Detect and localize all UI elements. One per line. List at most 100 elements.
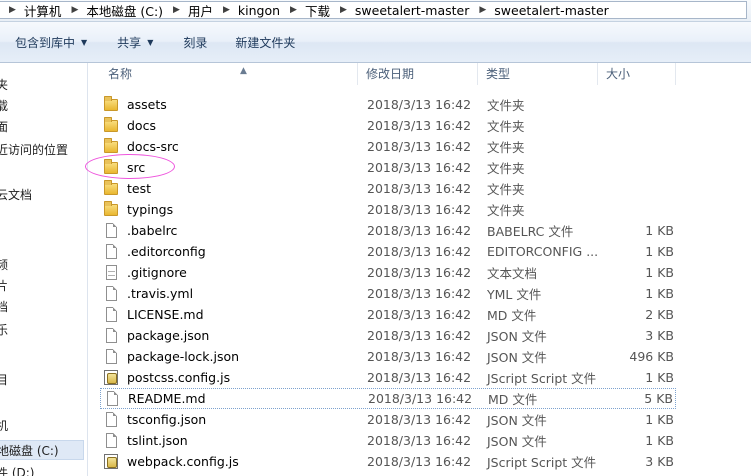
column-size-label: 大小 [606,67,631,81]
file-type: JSON 文件 [487,434,547,449]
file-icon [104,411,120,428]
file-date: 2018/3/13 16:42 [367,433,472,448]
chevron-down-icon: ▼ [147,37,154,47]
new-folder-button[interactable]: 新建文件夹 [223,29,307,55]
nav-item[interactable]: 档 [0,297,8,317]
breadcrumb[interactable]: ▶ 计算机 ▶ 本地磁盘 (C:) ▶ 用户 ▶ kingon ▶ 下载 ▶ sweetalert-m… [0,1,747,19]
file-type: YML 文件 [487,287,542,302]
file-row[interactable]: README.md 2018/3/13 16:42 MD 文件 5 KB [100,388,676,409]
file-size: 496 KB [629,349,674,364]
nav-item[interactable]: 近访问的位置 [0,140,68,160]
nav-item[interactable]: 地磁盘 (C:) [0,440,84,460]
file-icon [104,432,120,449]
file-type: 文本文档 [487,266,538,281]
file-name: .babelrc [127,223,178,238]
nav-item[interactable]: 云文档 [0,185,32,205]
file-row[interactable]: .editorconfig 2018/3/13 16:42 EDITORCONFIG… [100,241,676,262]
nav-item[interactable]: 面 [0,117,8,137]
nav-item[interactable]: 件 (D:) [0,463,34,476]
nav-item[interactable]: 乐 [0,320,8,340]
include-in-library-label: 包含到库中 [15,35,76,50]
file-icon [104,222,120,239]
breadcrumb-item[interactable]: ▶ 用户 [163,2,213,19]
file-row[interactable]: .babelrc 2018/3/13 16:42 BABELRC 文件 1 KB [100,220,676,241]
file-row[interactable]: test 2018/3/13 16:42 文件夹 [100,178,676,199]
chevron-right-icon[interactable]: ▶ [479,5,486,15]
file-row[interactable]: postcss.config.js 2018/3/13 16:42 JScript … [100,367,676,388]
file-name: LICENSE.md [127,307,204,322]
column-name-label: 名称 [108,67,133,81]
file-icon [104,285,120,302]
folder-icon [104,116,120,134]
file-row[interactable]: package-lock.json 2018/3/13 16:42 JSON 文件 4… [100,346,676,367]
folder-icon-shape [104,116,118,132]
file-type: JSON 文件 [487,350,547,365]
chevron-right-icon[interactable]: ▶ [173,5,180,15]
file-row[interactable]: typings 2018/3/13 16:42 文件夹 [100,199,676,220]
file-type: EDITORCONFIG ... [487,244,599,259]
file-name: typings [127,202,174,217]
file-row[interactable]: .travis.yml 2018/3/13 16:42 YML 文件 1 KB [100,283,676,304]
breadcrumb-item[interactable]: ▶ 本地磁盘 (C:) [61,2,163,19]
file-name: docs [127,118,156,133]
file-name: webpack.config.js [127,454,239,469]
folder-icon-shape [104,95,118,111]
breadcrumb-item[interactable]: ▶ 下载 [280,2,330,19]
chevron-right-icon[interactable]: ▶ [290,5,297,15]
chevron-right-icon[interactable]: ▶ [71,5,78,15]
chevron-down-icon: ▼ [81,37,88,47]
folder-icon [104,158,120,176]
file-name: tsconfig.json [127,412,207,427]
breadcrumb-item[interactable]: ▶ sweetalert-master [330,3,469,18]
file-row[interactable]: .gitignore 2018/3/13 16:42 文本文档 1 KB [100,262,676,283]
file-row[interactable]: tsconfig.json 2018/3/13 16:42 JSON 文件 1 KB [100,409,676,430]
file-type: JSON 文件 [487,413,547,428]
file-name: test [127,181,152,196]
nav-item[interactable]: 载 [0,96,8,116]
file-row[interactable]: docs 2018/3/13 16:42 文件夹 [100,115,676,136]
file-icon [104,306,120,323]
file-name: postcss.config.js [127,370,231,385]
include-in-library-button[interactable]: 包含到库中 ▼ [3,29,99,55]
column-date[interactable]: 修改日期 [358,63,478,85]
file-date: 2018/3/13 16:42 [367,265,472,280]
file-row[interactable]: src 2018/3/13 16:42 文件夹 [100,157,676,178]
nav-item[interactable]: 频 [0,255,8,275]
file-size: 5 KB [644,391,673,406]
file-size: 2 KB [645,307,674,322]
folder-icon [104,179,120,197]
burn-button[interactable]: 刻录 [171,29,219,55]
breadcrumb-label: 计算机 [23,3,62,19]
nav-item[interactable]: 机 [0,416,8,436]
column-type[interactable]: 类型 [478,63,598,85]
file-row[interactable]: tslint.json 2018/3/13 16:42 JSON 文件 1 KB [100,430,676,451]
chevron-right-icon[interactable]: ▶ [340,5,347,15]
chevron-right-icon[interactable]: ▶ [9,5,16,15]
file-row[interactable]: LICENSE.md 2018/3/13 16:42 MD 文件 2 KB [100,304,676,325]
column-header: 名称 ▲ 修改日期 类型 大小 [88,63,751,85]
file-type: BABELRC 文件 [487,224,574,239]
file-row[interactable]: docs-src 2018/3/13 16:42 文件夹 [100,136,676,157]
new-folder-label: 新建文件夹 [235,35,296,50]
breadcrumb-item[interactable]: ▶ kingon [213,3,280,18]
file-row[interactable]: webpack.config.js 2018/3/13 16:42 JScript … [100,451,676,472]
breadcrumb-item[interactable]: ▶ sweetalert-master [469,3,608,18]
script-icon [104,453,120,470]
file-row[interactable]: package.json 2018/3/13 16:42 JSON 文件 3 KB [100,325,676,346]
chevron-right-icon[interactable]: ▶ [223,5,230,15]
column-name[interactable]: 名称 ▲ [100,63,358,85]
file-date: 2018/3/13 16:42 [367,328,472,343]
breadcrumb-label: 用户 [187,3,213,19]
column-size[interactable]: 大小 [598,63,676,85]
file-icon [104,243,120,260]
file-list: 名称 ▲ 修改日期 类型 大小 assets 2018/3/13 16:42 文件夹… [88,63,751,476]
file-type: 文件夹 [487,203,525,218]
share-button[interactable]: 共享 ▼ [105,29,165,55]
file-name: tslint.json [127,433,188,448]
nav-item[interactable]: 片 [0,276,8,296]
nav-item[interactable]: 夹 [0,75,8,95]
breadcrumb-item[interactable]: ▶ 计算机 [0,2,62,19]
file-name: .travis.yml [127,286,194,301]
nav-item[interactable]: 目 [0,370,8,390]
file-row[interactable]: assets 2018/3/13 16:42 文件夹 [100,94,676,115]
